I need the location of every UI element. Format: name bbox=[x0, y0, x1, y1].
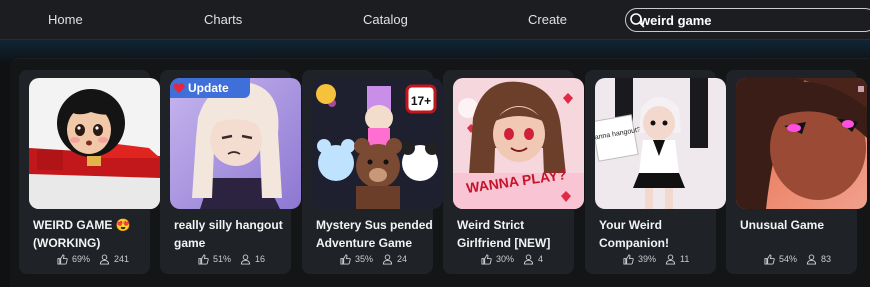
game-card[interactable]: WEIRD GAME 😍 (WORKING) 69% 241 bbox=[19, 70, 160, 274]
update-badge: Update bbox=[170, 78, 250, 98]
player-count: 16 bbox=[255, 254, 266, 264]
game-stats: 35% 24 bbox=[340, 252, 407, 266]
emoji-shush-icon bbox=[316, 84, 336, 104]
nav-create[interactable]: Create bbox=[528, 12, 567, 27]
player-count: 241 bbox=[114, 254, 130, 264]
game-title[interactable]: Your Weird Companion! bbox=[599, 216, 723, 252]
game-title[interactable]: WEIRD GAME 😍 (WORKING) bbox=[33, 216, 157, 252]
game-title[interactable]: Weird Strict Girlfriend [NEW] bbox=[457, 216, 581, 252]
thumbs-up-icon bbox=[623, 253, 634, 265]
player-count-icon bbox=[665, 253, 676, 265]
nav-charts[interactable]: Charts bbox=[204, 12, 242, 27]
player-count-icon bbox=[806, 253, 817, 265]
thumbs-up-icon bbox=[57, 253, 68, 265]
player-count: 4 bbox=[538, 254, 544, 264]
game-thumbnail[interactable]: Wanna hangout? bbox=[595, 78, 726, 209]
game-card[interactable]: Update really silly hangout game 51% 16 bbox=[160, 70, 301, 274]
player-count-icon bbox=[382, 253, 393, 265]
game-card[interactable]: Wanna hangout? Your Weird Companion! 39%… bbox=[585, 70, 726, 274]
top-navigation-bar: Home Charts Catalog Create bbox=[0, 0, 870, 40]
game-thumbnail[interactable]: WANNA PLAY? bbox=[453, 78, 584, 209]
player-count-icon bbox=[99, 253, 110, 265]
rating-value: 51% bbox=[213, 254, 232, 264]
player-count: 11 bbox=[680, 254, 690, 264]
thumbs-up-icon bbox=[481, 253, 492, 265]
game-stats: 54% 83 bbox=[764, 252, 831, 266]
rating-value: 30% bbox=[496, 254, 515, 264]
rating-value: 54% bbox=[779, 254, 798, 264]
game-card[interactable]: Unusual Game 54% 83 bbox=[726, 70, 867, 274]
game-stats: 51% 16 bbox=[198, 252, 265, 266]
age-rating-label: 17+ bbox=[411, 94, 431, 108]
game-title[interactable]: Mystery Sus pended Adventure Game bbox=[316, 216, 440, 252]
nav-catalog[interactable]: Catalog bbox=[363, 12, 408, 27]
game-thumbnail[interactable] bbox=[736, 78, 867, 209]
rating-value: 39% bbox=[638, 254, 657, 264]
player-count-icon bbox=[523, 253, 534, 265]
game-title[interactable]: really silly hangout game bbox=[174, 216, 298, 252]
game-thumbnail[interactable]: 17+ bbox=[312, 78, 443, 209]
game-title[interactable]: Unusual Game bbox=[740, 216, 864, 234]
player-count: 83 bbox=[821, 254, 832, 264]
search-box[interactable] bbox=[625, 8, 870, 32]
nav-home[interactable]: Home bbox=[48, 12, 83, 27]
player-count: 24 bbox=[397, 254, 408, 264]
search-input[interactable] bbox=[640, 11, 860, 29]
thumbs-up-icon bbox=[198, 253, 209, 265]
thumbs-up-icon bbox=[764, 253, 775, 265]
game-thumbnail[interactable] bbox=[29, 78, 160, 209]
game-thumbnail[interactable]: Update bbox=[170, 78, 301, 209]
game-card[interactable]: 17+ Mystery Sus pended Adventure Game 35… bbox=[302, 70, 443, 274]
game-card[interactable]: WANNA PLAY? Weird Strict Girlfriend [NEW… bbox=[443, 70, 584, 274]
player-count-icon bbox=[240, 253, 251, 265]
heart-icon bbox=[173, 83, 185, 93]
game-stats: 30% 4 bbox=[481, 252, 543, 266]
update-badge-label: Update bbox=[188, 81, 229, 95]
rating-value: 35% bbox=[355, 254, 374, 264]
rating-value: 69% bbox=[72, 254, 91, 264]
thumbs-up-icon bbox=[340, 253, 351, 265]
game-stats: 69% 241 bbox=[57, 252, 129, 266]
game-stats: 39% 11 bbox=[623, 252, 689, 266]
